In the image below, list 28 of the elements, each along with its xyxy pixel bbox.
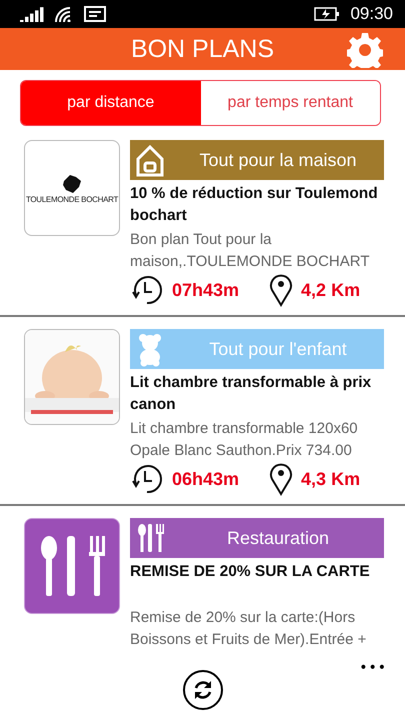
deal-description: Remise de 20% sur la carte:(Hors Boissons et Fruits de Mer).Entrée + — [130, 608, 368, 650]
sort-tab[interactable]: par distance — [21, 81, 200, 125]
logo-text: TOULEMONDE BOCHART — [26, 194, 118, 204]
category-label: Tout pour la maison — [198, 150, 358, 170]
location-pin-icon — [269, 462, 294, 496]
more-button[interactable]: ••• — [359, 660, 387, 676]
deal-title[interactable]: REMISE DE 20% SUR LA CARTE — [130, 561, 384, 605]
remaining-time: 07h43m — [172, 280, 240, 300]
deal-description: Bon plan Tout pour la maison,.TOULEMONDE BOCHART — [130, 230, 370, 272]
category-label: Tout pour l'enfant — [208, 338, 348, 360]
settings-icon[interactable] — [347, 32, 383, 68]
message-icon — [84, 6, 106, 22]
clock-icon — [130, 462, 164, 496]
location-pin-icon — [269, 273, 294, 307]
refresh-button[interactable] — [182, 670, 222, 710]
clock-time: 09:30 — [350, 4, 393, 24]
page-title: BON PLANS — [130, 34, 274, 64]
signal-icon — [20, 6, 44, 22]
deal-title[interactable]: 10 % de réduction sur Toulemond bochart — [130, 183, 384, 227]
remaining-time: 06h43m — [172, 468, 240, 490]
category-label: Restauration — [226, 528, 330, 548]
distance: 4,2 Km — [301, 280, 360, 300]
brush-stroke-icon — [61, 172, 83, 194]
distance: 4,3 Km — [301, 468, 360, 490]
deal-title[interactable]: Lit chambre transformable à prix canon — [130, 372, 384, 416]
deal-description: Lit chambre transformable 120x60 Opale Blanc Sauthon.Prix 734.00 — [130, 419, 359, 461]
battery-charging-icon — [314, 6, 340, 22]
clock-icon — [130, 273, 164, 307]
